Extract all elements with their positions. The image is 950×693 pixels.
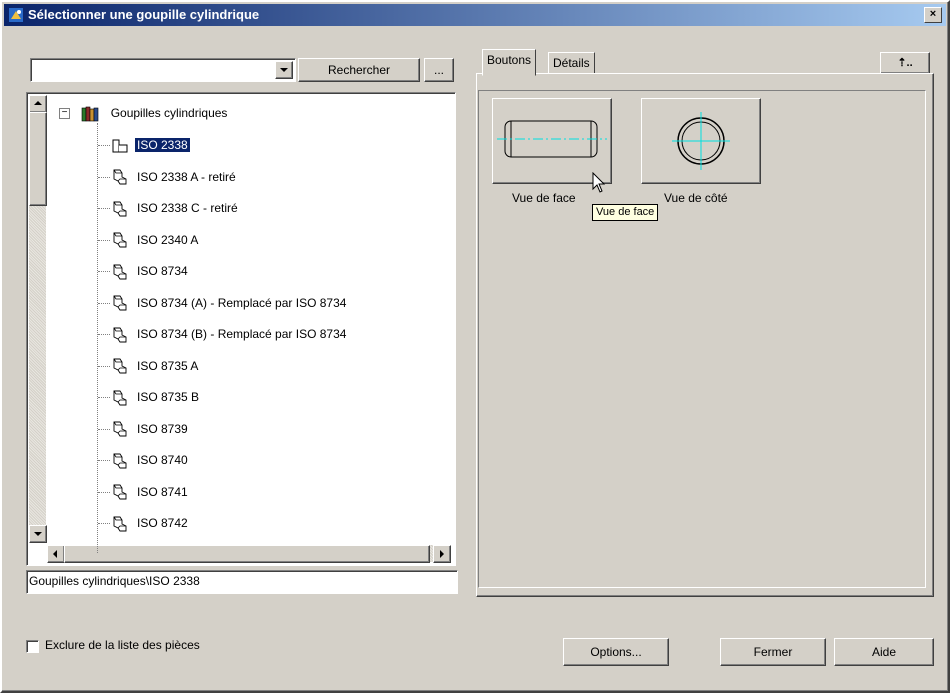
exclude-label: Exclure de la liste des pièces (45, 638, 200, 652)
vertical-scrollbar[interactable] (29, 95, 47, 543)
browse-button[interactable]: ... (424, 58, 454, 82)
search-button[interactable]: Rechercher (298, 58, 420, 82)
search-combobox[interactable] (30, 58, 296, 82)
books-icon (82, 106, 99, 122)
close-button[interactable]: × (924, 7, 942, 23)
tree-item-label: ISO 8742 (137, 516, 188, 530)
tree-branch-line (98, 491, 110, 494)
mouse-cursor-icon (592, 172, 606, 193)
tree-item[interactable]: ISO 8735 A (111, 356, 200, 376)
tree-item[interactable]: ISO 8742 (111, 513, 190, 533)
front-view-icon (497, 120, 607, 158)
tree-root-label: Goupilles cylindriques (110, 106, 228, 120)
tree-item-label: ISO 8734 (137, 264, 188, 278)
tree-item[interactable]: ISO 2338 A - retiré (111, 167, 238, 187)
front-view-label: Vue de face (512, 191, 576, 205)
tree-branch-line (98, 145, 110, 147)
part-icon (113, 232, 127, 248)
tree-branch-line (98, 334, 110, 336)
tree-item[interactable]: ISO 8740 (111, 450, 190, 470)
tree-item[interactable]: ISO 8734 (A) - Remplacé par ISO 8734 (111, 293, 348, 313)
tree-view[interactable]: − Goupilles cylindriques ISO 2338 ISO 233… (26, 92, 456, 566)
tree-branch-line (98, 397, 110, 399)
tree-branch-line (98, 176, 110, 179)
tree-item-label: ISO 2338 (135, 138, 190, 152)
tree-item[interactable]: ISO 8741 (111, 482, 190, 502)
exclude-checkbox[interactable] (26, 640, 39, 653)
tree-branch-line (98, 239, 110, 242)
tree-item-label: ISO 2338 A - retiré (137, 169, 236, 184)
up-level-button[interactable]: ⇡.. (880, 52, 930, 74)
part-icon (113, 421, 127, 437)
tree-branch-line (98, 428, 110, 431)
options-button[interactable]: Options... (563, 638, 669, 666)
window-title: Sélectionner une goupille cylindrique (28, 7, 260, 22)
chevron-down-icon[interactable] (275, 61, 293, 79)
tree-item-label: ISO 8735 A (137, 358, 199, 373)
tree-item[interactable]: ISO 2338 C - retiré (111, 198, 240, 218)
part-icon (113, 390, 127, 406)
up-arrow-icon: ⇡.. (897, 57, 913, 69)
app-icon (9, 8, 23, 22)
tree-branch-line (98, 523, 110, 525)
tree-item[interactable]: ISO 8739 (111, 419, 190, 439)
tree-item-label: ISO 8740 (137, 453, 188, 467)
scroll-thumb[interactable] (29, 112, 47, 206)
tree-item[interactable]: ISO 8734 (111, 261, 190, 281)
tree-branch-line (98, 460, 110, 462)
part-icon (113, 484, 127, 500)
path-field: Goupilles cylindriques\ISO 2338 (26, 570, 458, 594)
tree-item-label: ISO 2340 A (137, 232, 199, 247)
side-view-button[interactable] (641, 98, 761, 184)
tree-item-label: ISO 8734 (B) - Remplacé par ISO 8734 (137, 327, 347, 341)
tree-item-label: ISO 2338 C - retiré (137, 201, 238, 215)
part-open-icon (112, 139, 128, 153)
tree-item[interactable]: ISO 8735 B (111, 387, 201, 407)
part-icon (113, 327, 127, 343)
tree-item[interactable]: ISO 2338 (111, 135, 190, 155)
part-icon (113, 295, 127, 311)
tree-root[interactable]: − Goupilles cylindriques (59, 103, 229, 123)
tree-branch-line (98, 271, 110, 273)
tree-guide-line (97, 123, 99, 553)
scroll-right-icon[interactable] (433, 545, 451, 563)
part-icon (113, 201, 127, 217)
tree-item-label: ISO 8741 (137, 484, 188, 499)
tree-item-label: ISO 8734 (A) - Remplacé par ISO 8734 (137, 295, 347, 310)
scroll-down-icon[interactable] (29, 525, 47, 543)
tree-branch-line (98, 208, 110, 210)
hscroll-thumb[interactable] (64, 545, 430, 563)
tree-item[interactable]: ISO 2340 A (111, 230, 200, 250)
tree-item-label: ISO 8735 B (137, 390, 200, 404)
part-icon (113, 516, 127, 532)
side-view-icon (672, 112, 730, 170)
tree-branch-line (98, 365, 110, 368)
horizontal-scrollbar[interactable] (47, 545, 451, 563)
tooltip: Vue de face (592, 204, 659, 221)
close-dialog-button[interactable]: Fermer (720, 638, 826, 666)
title-bar[interactable]: Sélectionner une goupille cylindrique × (4, 4, 946, 26)
tree-item[interactable]: ISO 8734 (B) - Remplacé par ISO 8734 (111, 324, 348, 344)
part-icon (113, 264, 127, 280)
tree-branch-line (98, 302, 110, 305)
scroll-left-icon[interactable] (47, 545, 65, 563)
collapse-icon[interactable]: − (59, 108, 70, 120)
part-icon (113, 358, 127, 374)
side-view-label: Vue de côté (664, 191, 728, 205)
scroll-up-icon[interactable] (29, 95, 47, 113)
part-icon (113, 453, 127, 469)
tree-item-label: ISO 8739 (137, 421, 188, 436)
tab-boutons[interactable]: Boutons (482, 49, 537, 76)
help-button[interactable]: Aide (834, 638, 934, 666)
part-icon (113, 169, 127, 185)
